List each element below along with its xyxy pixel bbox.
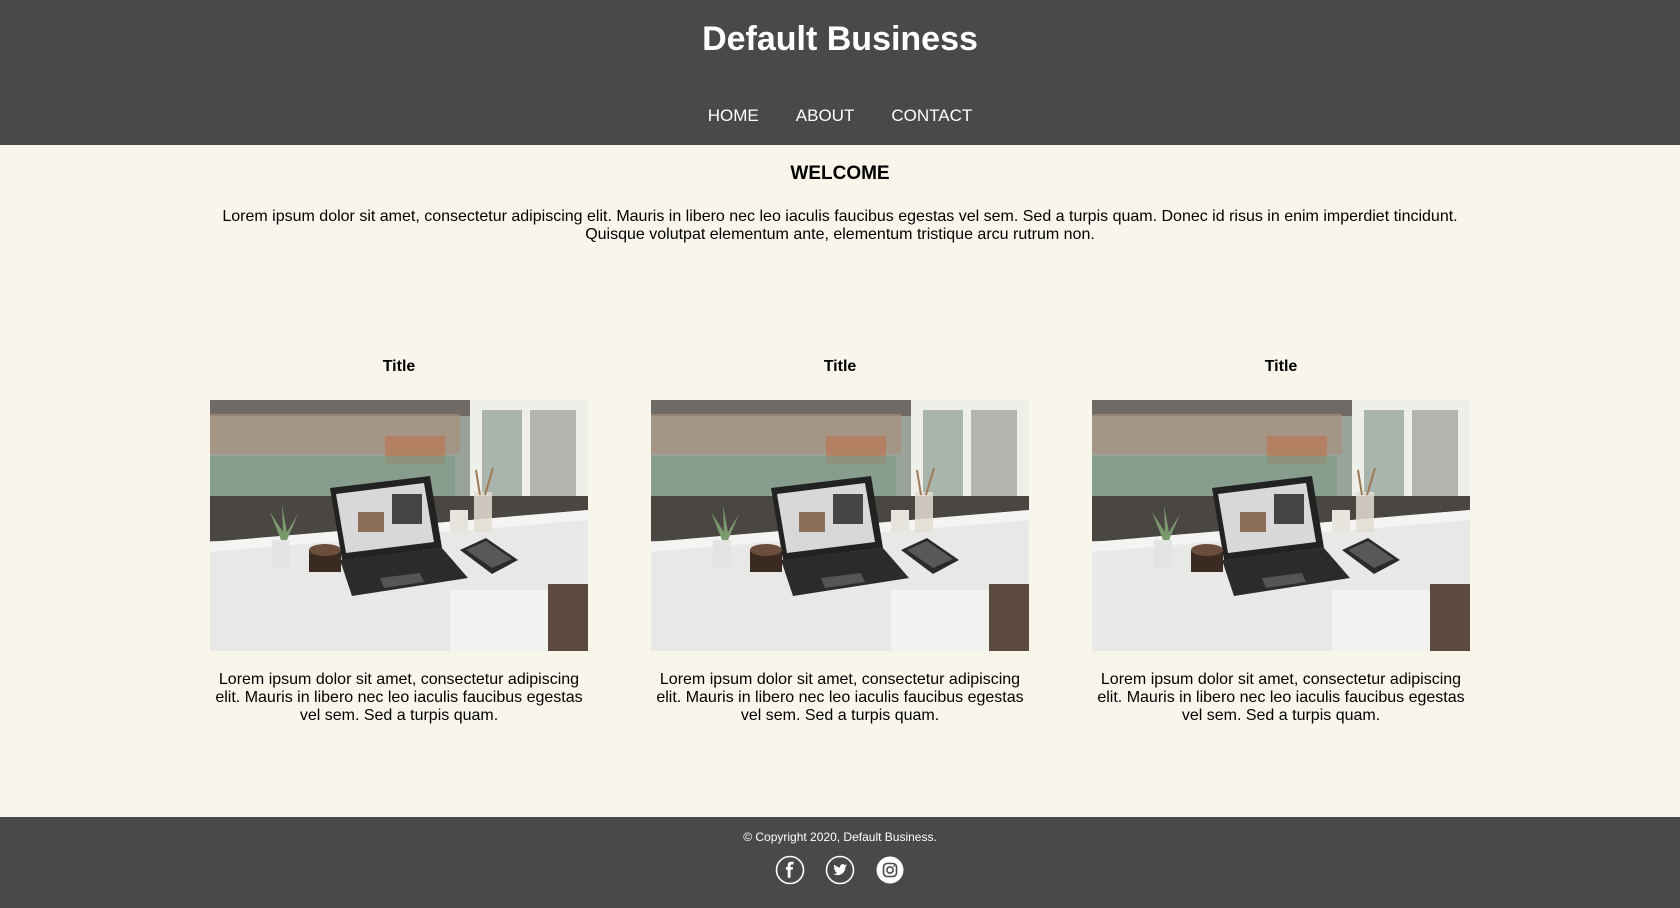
card-grid: Title Lorem ipsum dolor sit amet, consec… xyxy=(210,358,1470,724)
laptop-desk-image xyxy=(651,400,1029,651)
facebook-icon[interactable] xyxy=(775,855,805,885)
card-text: Lorem ipsum dolor sit amet, consectetur … xyxy=(656,671,1024,724)
main-nav: HOME ABOUT CONTACT xyxy=(0,106,1680,126)
laptop-desk-image xyxy=(1092,400,1470,651)
welcome-text: Lorem ipsum dolor sit amet, consectetur … xyxy=(222,208,1458,243)
site-title: Default Business xyxy=(702,20,978,58)
laptop-desk-illustration xyxy=(1092,400,1470,651)
nav-home-link[interactable]: HOME xyxy=(708,106,759,126)
social-links xyxy=(0,855,1680,885)
card-title: Title xyxy=(1264,358,1298,375)
instagram-icon[interactable] xyxy=(875,855,905,885)
twitter-icon[interactable] xyxy=(825,855,855,885)
laptop-desk-image xyxy=(210,400,588,651)
laptop-desk-illustration xyxy=(651,400,1029,651)
card-text: Lorem ipsum dolor sit amet, consectetur … xyxy=(215,671,583,724)
card: Title Lorem ipsum dolor sit amet, consec… xyxy=(651,358,1029,724)
main-content: WELCOME Lorem ipsum dolor sit amet, cons… xyxy=(0,145,1680,817)
copyright-text: © Copyright 2020, Default Business. xyxy=(743,830,937,844)
welcome-heading: WELCOME xyxy=(790,163,890,184)
nav-contact-link[interactable]: CONTACT xyxy=(891,106,972,126)
card-text: Lorem ipsum dolor sit amet, consectetur … xyxy=(1097,671,1465,724)
card: Title Lorem ipsum dolor sit amet, consec… xyxy=(1092,358,1470,724)
site-header: Default Business HOME ABOUT CONTACT xyxy=(0,0,1680,145)
laptop-desk-illustration xyxy=(210,400,588,651)
nav-about-link[interactable]: ABOUT xyxy=(796,106,855,126)
site-footer: © Copyright 2020, Default Business. xyxy=(0,817,1680,908)
card: Title Lorem ipsum dolor sit amet, consec… xyxy=(210,358,588,724)
card-title: Title xyxy=(382,358,416,375)
card-title: Title xyxy=(823,358,857,375)
